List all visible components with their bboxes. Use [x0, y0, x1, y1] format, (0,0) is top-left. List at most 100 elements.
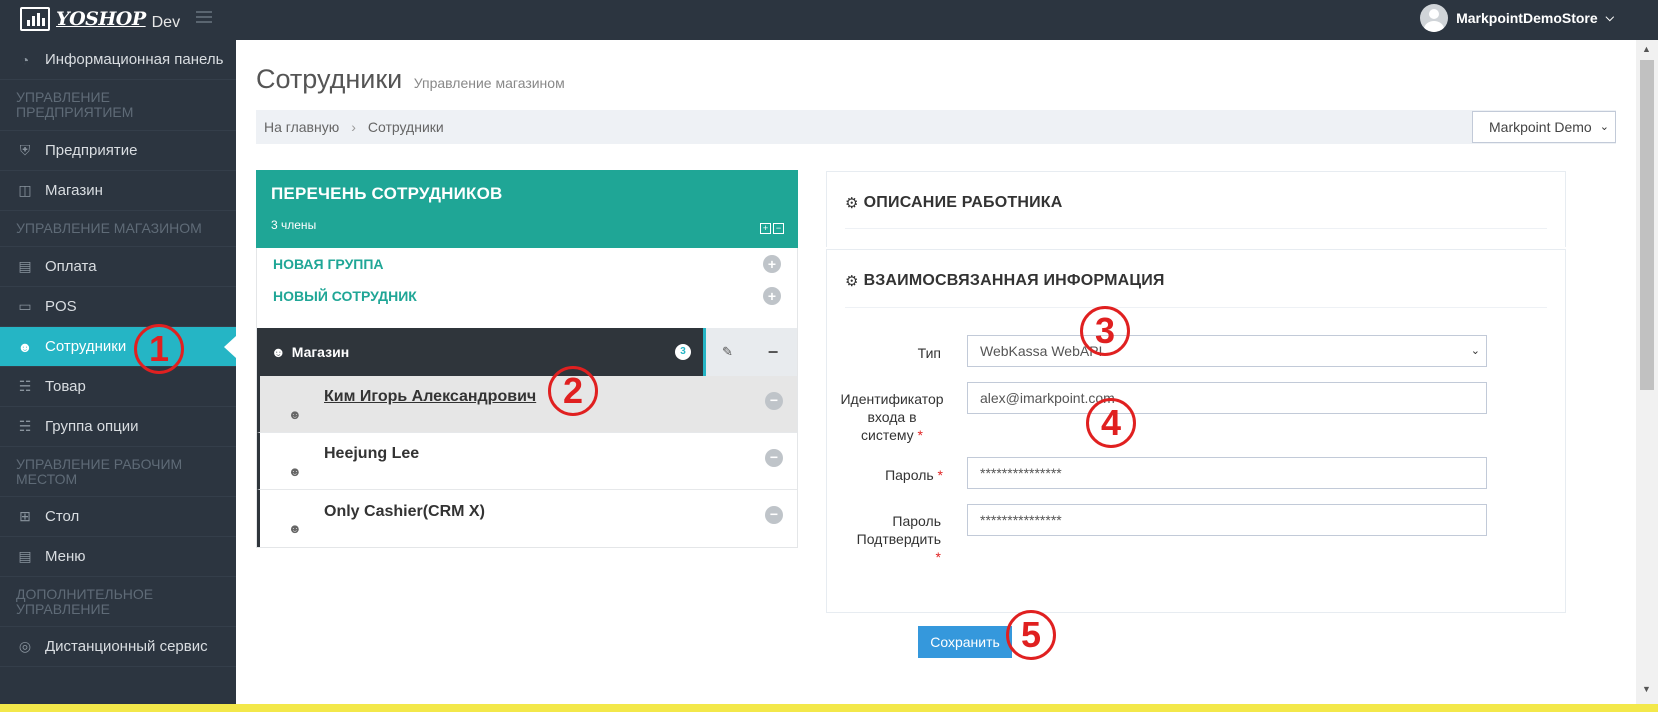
password-input[interactable]: ***************	[967, 457, 1487, 489]
collapse-all-icon[interactable]: −	[773, 223, 784, 234]
expand-all-icon[interactable]: +	[760, 223, 771, 234]
edit-group-button[interactable]: ✎	[703, 328, 749, 376]
edit-icon: ✎	[722, 344, 733, 359]
annotation-2: 2	[548, 366, 598, 416]
related-info-panel: ⚙ ВЗАИМОСВЯЗАННАЯ ИНФОРМАЦИЯ Тип WebKassa…	[826, 249, 1566, 613]
sidebar-item-remote-service[interactable]: ◎ Дистанционный сервис	[0, 627, 236, 667]
scrollbar-thumb[interactable]	[1640, 60, 1654, 390]
logo[interactable]: YOSHOP Dev	[20, 6, 180, 32]
sidebar-item-enterprise[interactable]: ⛨ Предприятие	[0, 131, 236, 171]
employee-row[interactable]: ☻ Heejung Lee −	[257, 433, 797, 490]
remove-employee-icon[interactable]: −	[765, 506, 783, 524]
main-content: Сотрудники Управление магазином На главн…	[236, 40, 1636, 712]
avatar	[1420, 4, 1449, 32]
confirm-password-input[interactable]: ***************	[967, 504, 1487, 536]
employee-row[interactable]: ☻ Ким Игорь Александрович −	[257, 376, 797, 433]
chevron-right-icon: ›	[351, 119, 356, 135]
annotation-3: 3	[1080, 306, 1130, 356]
group-icon: ☻	[271, 344, 286, 360]
sidebar-item-option-groups[interactable]: ☵ Группа опции	[0, 407, 236, 447]
card-icon: ▤	[18, 258, 32, 274]
lifebuoy-icon: ◎	[18, 638, 32, 654]
required-mark: *	[937, 467, 943, 483]
user-menu[interactable]: MarkpointDemoStore ⌵	[1420, 4, 1614, 32]
employee-name[interactable]: Only Cashier(CRM X)	[324, 503, 485, 521]
new-group-row[interactable]: НОВАЯ ГРУППА +	[257, 248, 797, 280]
employee-name[interactable]: Heejung Lee	[324, 445, 419, 463]
person-icon: ☻	[288, 406, 302, 422]
sidebar-item-dashboard[interactable]: ◔ Информационная панель	[0, 40, 236, 80]
page-title: Сотрудники Управление магазином	[256, 64, 565, 95]
required-mark: *	[935, 549, 941, 565]
sidebar-item-label: Оплата	[45, 258, 97, 275]
scroll-up-icon[interactable]: ▲	[1642, 44, 1651, 54]
new-group-link[interactable]: НОВАЯ ГРУППА	[273, 256, 384, 272]
page-title-text: Сотрудники	[256, 64, 403, 94]
top-bar: YOSHOP Dev MarkpointDemoStore ⌵	[0, 0, 1658, 40]
gear-icon: ⚙	[845, 195, 859, 212]
login-label-line: входа в	[867, 409, 917, 425]
sidebar-item-products[interactable]: ☵ Товар	[0, 367, 236, 407]
login-label-line: Идентификатор	[840, 391, 944, 407]
employee-list-panel: ПЕРЕЧЕНЬ СОТРУДНИКОВ 3 члены + − НОВАЯ Г…	[256, 170, 798, 560]
shield-icon: ⛨	[19, 142, 31, 158]
sidebar: ◔ Информационная панель УПРАВЛЕНИЕ ПРЕДПР…	[0, 40, 236, 712]
gear-icon: ⚙	[845, 273, 859, 290]
login-label: Идентификатор входа в систему *	[835, 390, 949, 444]
expand-collapse-tools: + −	[760, 223, 784, 234]
sidebar-item-pos[interactable]: ▭ POS	[0, 287, 236, 327]
description-title-text: ОПИСАНИЕ РАБОТНИКА	[863, 194, 1063, 211]
annotation-5: 5	[1006, 610, 1056, 660]
employee-row[interactable]: ☻ Only Cashier(CRM X) −	[257, 490, 797, 547]
logo-text: YOSHOP	[56, 8, 146, 30]
bottom-strip	[0, 704, 1658, 712]
sidebar-item-label: Товар	[45, 378, 86, 395]
sidebar-item-store[interactable]: ◫ Магазин	[0, 171, 236, 211]
group-header[interactable]: ☻ Магазин 3	[257, 328, 703, 376]
save-button[interactable]: Сохранить	[918, 626, 1012, 658]
sidebar-item-employees[interactable]: ☻ Сотрудники	[0, 327, 236, 367]
employee-name[interactable]: Ким Игорь Александрович	[324, 388, 536, 406]
confirm-label-line: Пароль	[892, 513, 941, 529]
sidebar-item-payment[interactable]: ▤ Оплата	[0, 247, 236, 287]
page-subtitle: Управление магазином	[413, 75, 565, 91]
sidebar-section-enterprise: УПРАВЛЕНИЕ ПРЕДПРИЯТИЕМ	[0, 80, 236, 131]
sidebar-item-tables[interactable]: ⊞ Стол	[0, 497, 236, 537]
person-icon: ☻	[288, 463, 302, 479]
password-value: ***************	[980, 465, 1062, 481]
sidebar-section-additional: ДОПОЛНИТЕЛЬНОЕ УПРАВЛЕНИЕ	[0, 577, 236, 627]
plus-icon[interactable]: +	[763, 287, 781, 305]
new-employee-row[interactable]: НОВЫЙ СОТРУДНИК +	[257, 280, 797, 312]
sidebar-item-menu[interactable]: ▤ Меню	[0, 537, 236, 577]
confirm-password-label: Пароль Подтвердить *	[847, 512, 941, 566]
store-select[interactable]: Markpoint Demo ⌄	[1472, 111, 1616, 143]
plus-icon[interactable]: +	[763, 255, 781, 273]
divider	[845, 228, 1547, 229]
sidebar-item-label: Стол	[45, 508, 80, 525]
sidebar-section-store-management: УПРАВЛЕНИЕ МАГАЗИНОМ	[0, 211, 236, 247]
employee-list-header: ПЕРЕЧЕНЬ СОТРУДНИКОВ 3 члены + −	[256, 170, 798, 248]
sidebar-item-label: Предприятие	[45, 142, 138, 159]
page-scrollbar[interactable]: ▲ ▼	[1636, 40, 1658, 712]
chevron-down-icon: ⌵	[1605, 11, 1614, 24]
annotation-4: 4	[1086, 398, 1136, 448]
menu-toggle-icon[interactable]	[196, 11, 212, 23]
breadcrumb-current: Сотрудники	[367, 119, 444, 135]
user-name: MarkpointDemoStore	[1456, 10, 1598, 26]
chevron-down-icon: ⌄	[1599, 121, 1609, 133]
scroll-down-icon[interactable]: ▼	[1642, 684, 1651, 694]
sidebar-section-workplace: УПРАВЛЕНИЕ РАБОЧИМ МЕСТОМ	[0, 447, 236, 497]
breadcrumb-home-link[interactable]: На главную	[264, 119, 339, 135]
sidebar-item-label: Меню	[45, 548, 86, 565]
password-label-text: Пароль	[885, 467, 934, 483]
employee-list-body: НОВАЯ ГРУППА + НОВЫЙ СОТРУДНИК + ☻ Магаз…	[256, 248, 798, 548]
remove-employee-icon[interactable]: −	[765, 392, 783, 410]
remove-group-button[interactable]: −	[749, 328, 797, 376]
new-employee-link[interactable]: НОВЫЙ СОТРУДНИК	[273, 288, 417, 304]
login-label-line: систему	[861, 427, 914, 443]
annotation-1: 1	[134, 324, 184, 374]
type-select[interactable]: WebKassa WebAPI ⌄	[967, 335, 1487, 367]
remove-employee-icon[interactable]: −	[765, 449, 783, 467]
cart-icon: ☵	[18, 418, 32, 434]
login-id-input[interactable]: alex@imarkpoint.com	[967, 382, 1487, 414]
